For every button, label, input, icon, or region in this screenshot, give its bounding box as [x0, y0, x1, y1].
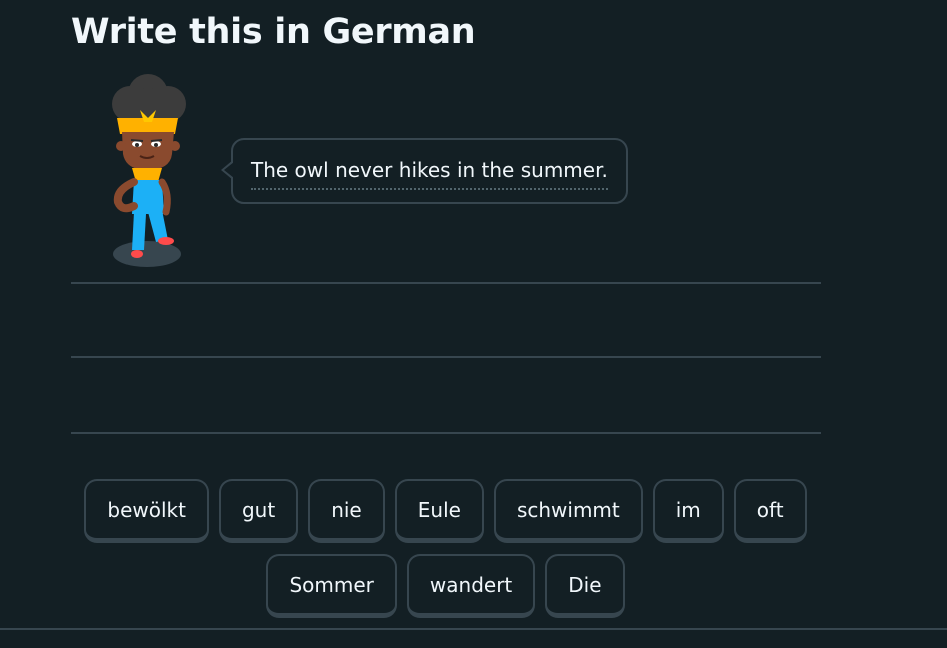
challenge-title: Write this in German: [71, 12, 476, 52]
word-tile-nie[interactable]: nie: [308, 479, 385, 543]
footer-divider: [0, 628, 947, 630]
prompt-sentence[interactable]: The owl never hikes in the summer.: [251, 158, 608, 190]
word-tile-oft[interactable]: oft: [733, 479, 807, 543]
answer-line-3[interactable]: [71, 432, 821, 434]
word-bank-row-2: Sommer wandert Die: [0, 554, 891, 618]
character-illustration: [112, 74, 186, 267]
speech-bubble: The owl never hikes in the summer.: [221, 138, 628, 204]
answer-line-2[interactable]: [71, 356, 821, 358]
answer-line-1[interactable]: [71, 282, 821, 284]
word-tile-schwimmt[interactable]: schwimmt: [493, 479, 643, 543]
word-tile-eule[interactable]: Eule: [394, 479, 484, 543]
word-tile-wandert[interactable]: wandert: [406, 554, 536, 618]
lesson-screen: Write this in German The owl never hikes…: [0, 0, 947, 648]
word-tile-sommer[interactable]: Sommer: [266, 554, 397, 618]
word-tile-gut[interactable]: gut: [218, 479, 299, 543]
word-tile-im[interactable]: im: [652, 479, 724, 543]
word-tile-die[interactable]: Die: [545, 554, 625, 618]
word-bank-row-1: bewölkt gut nie Eule schwimmt im oft: [0, 479, 891, 543]
word-tile-bewolkt[interactable]: bewölkt: [84, 479, 209, 543]
